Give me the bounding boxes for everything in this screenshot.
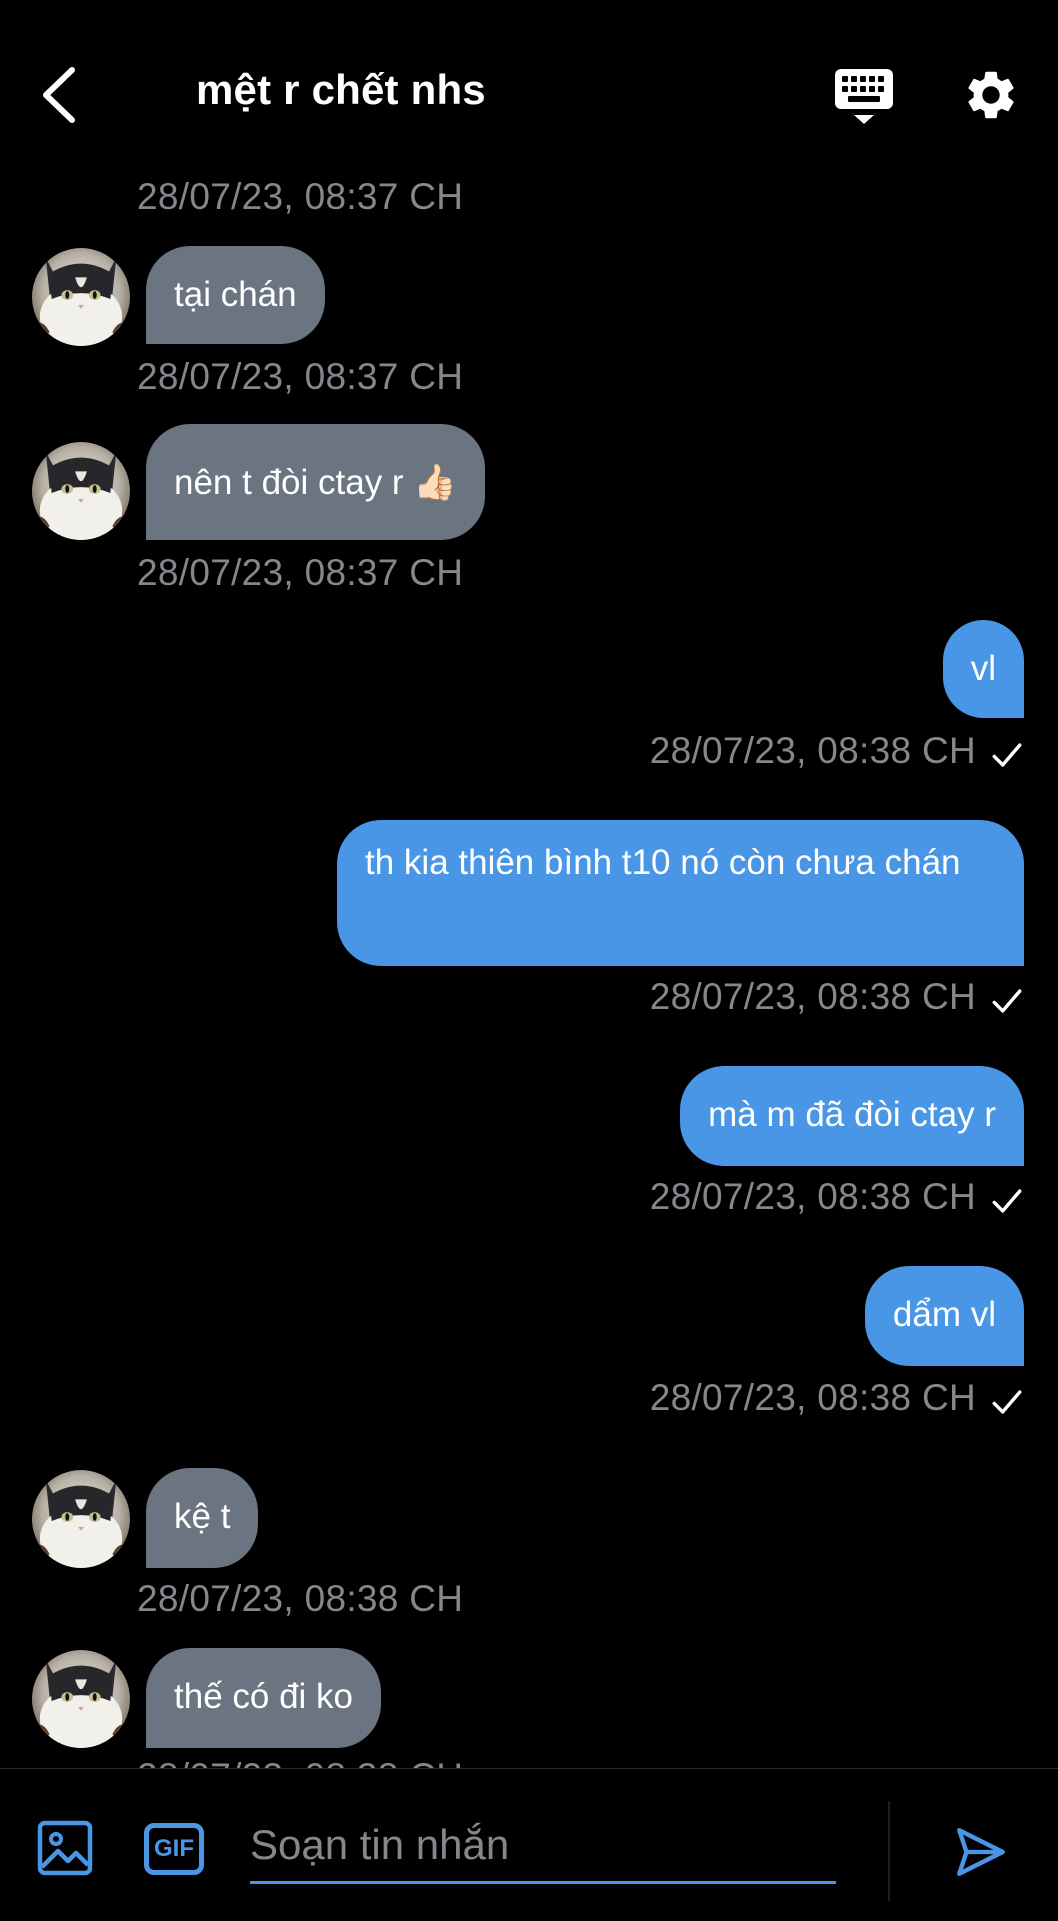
read-check-icon bbox=[992, 1189, 1022, 1213]
message-timestamp: 28/07/23, 08:38 CH bbox=[649, 1377, 976, 1418]
incoming-message-bubble[interactable]: nên t đòi ctay r 👍🏻 bbox=[146, 424, 485, 540]
message-timestamp: 28/07/23, 08:37 CH bbox=[137, 552, 464, 593]
divider bbox=[888, 1801, 890, 1901]
keyboard-icon[interactable] bbox=[832, 66, 896, 126]
message-composer: GIF bbox=[0, 1768, 1058, 1921]
avatar[interactable] bbox=[32, 248, 130, 346]
outgoing-message-bubble[interactable]: mà m đã đòi ctay r bbox=[680, 1066, 1024, 1166]
message-timestamp: 28/07/23, 08:37 CH bbox=[137, 356, 464, 397]
gear-icon[interactable] bbox=[962, 66, 1020, 124]
incoming-message-bubble[interactable]: kệ t bbox=[146, 1468, 259, 1568]
conversation-title: mệt r chết nhs bbox=[196, 66, 486, 113]
incoming-message-bubble[interactable]: thế có đi ko bbox=[146, 1648, 381, 1748]
read-check-icon bbox=[992, 743, 1022, 767]
avatar[interactable] bbox=[32, 1650, 130, 1748]
message-timestamp: 28/07/23, 08:38 CH bbox=[649, 1176, 976, 1217]
avatar[interactable] bbox=[32, 442, 130, 540]
outgoing-message-bubble[interactable]: dẩm vl bbox=[864, 1266, 1024, 1366]
message-input[interactable] bbox=[250, 1809, 836, 1884]
send-icon[interactable] bbox=[952, 1823, 1010, 1881]
read-check-icon bbox=[992, 1390, 1022, 1414]
chat-header: mệt r chết nhs bbox=[0, 0, 1058, 180]
message-timestamp: 28/07/23, 08:38 CH bbox=[137, 1578, 464, 1619]
incoming-message-bubble[interactable]: tại chán bbox=[146, 246, 325, 344]
outgoing-message-bubble[interactable]: th kia thiên bình t10 nó còn chưa chán bbox=[337, 820, 1024, 966]
message-timestamp: 28/07/23, 08:37 CH bbox=[137, 176, 464, 217]
message-timestamp: 28/07/23, 08:38 CH bbox=[649, 730, 976, 771]
gif-icon[interactable]: GIF bbox=[144, 1823, 204, 1875]
message-list[interactable]: 28/07/23, 08:37 CH tại chán 28/07/23, 08… bbox=[0, 0, 1058, 1768]
message-timestamp: 28/07/23, 08:38 CH bbox=[137, 1756, 463, 1768]
avatar[interactable] bbox=[32, 1470, 130, 1568]
outgoing-message-bubble[interactable]: vl bbox=[942, 620, 1024, 718]
image-icon[interactable] bbox=[36, 1819, 94, 1877]
message-timestamp: 28/07/23, 08:38 CH bbox=[649, 976, 976, 1017]
chevron-left-icon[interactable] bbox=[34, 60, 94, 130]
read-check-icon bbox=[992, 989, 1022, 1013]
